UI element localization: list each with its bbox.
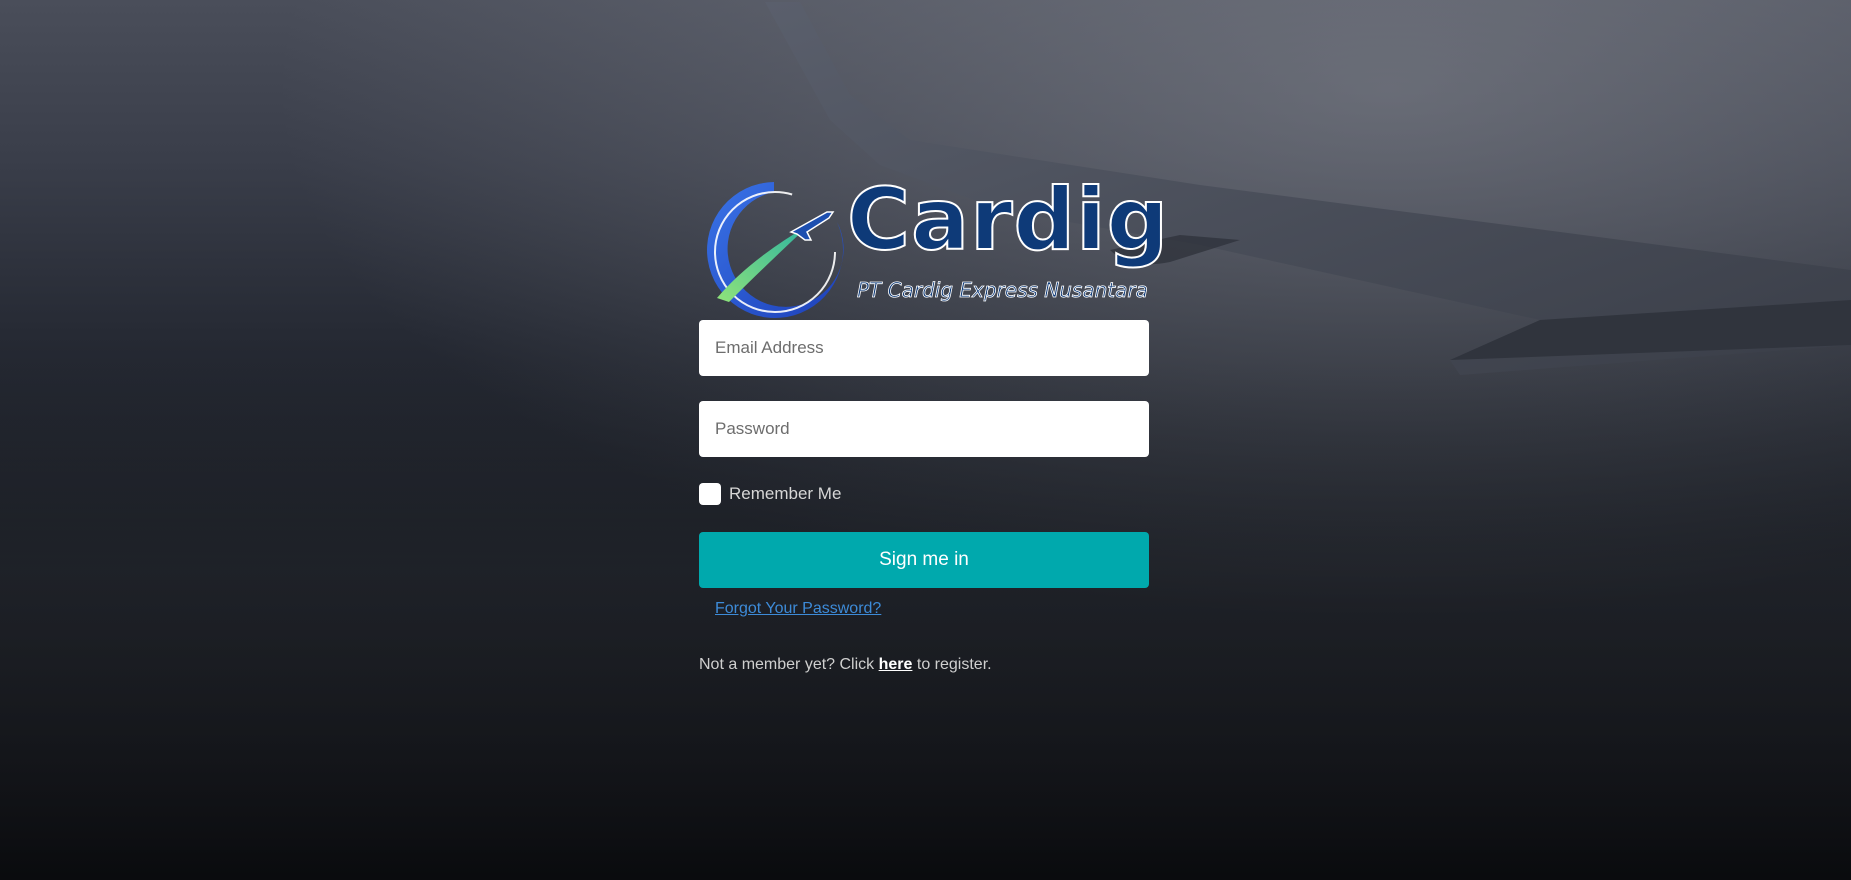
- forgot-password-link[interactable]: Forgot Your Password?: [715, 600, 881, 618]
- register-prefix: Not a member yet? Click: [699, 656, 875, 673]
- login-panel: Cardig PT Cardig Express Nusantara Remem…: [699, 170, 1169, 674]
- email-field[interactable]: [699, 320, 1149, 376]
- brand-tagline: PT Cardig Express Nusantara: [857, 278, 1149, 303]
- sign-in-button[interactable]: Sign me in: [699, 532, 1149, 588]
- cardig-logo: Cardig PT Cardig Express Nusantara: [699, 170, 1169, 320]
- remember-me-checkbox[interactable]: [699, 483, 721, 505]
- remember-me-row: Remember Me: [699, 482, 1149, 506]
- brand-wordmark: Cardig: [846, 170, 1170, 270]
- remember-me-label[interactable]: Remember Me: [729, 484, 841, 504]
- password-field[interactable]: [699, 401, 1149, 457]
- register-suffix: to register.: [916, 656, 992, 673]
- register-link[interactable]: here: [879, 656, 913, 673]
- register-prompt: Not a member yet? Click here to register…: [699, 656, 1149, 674]
